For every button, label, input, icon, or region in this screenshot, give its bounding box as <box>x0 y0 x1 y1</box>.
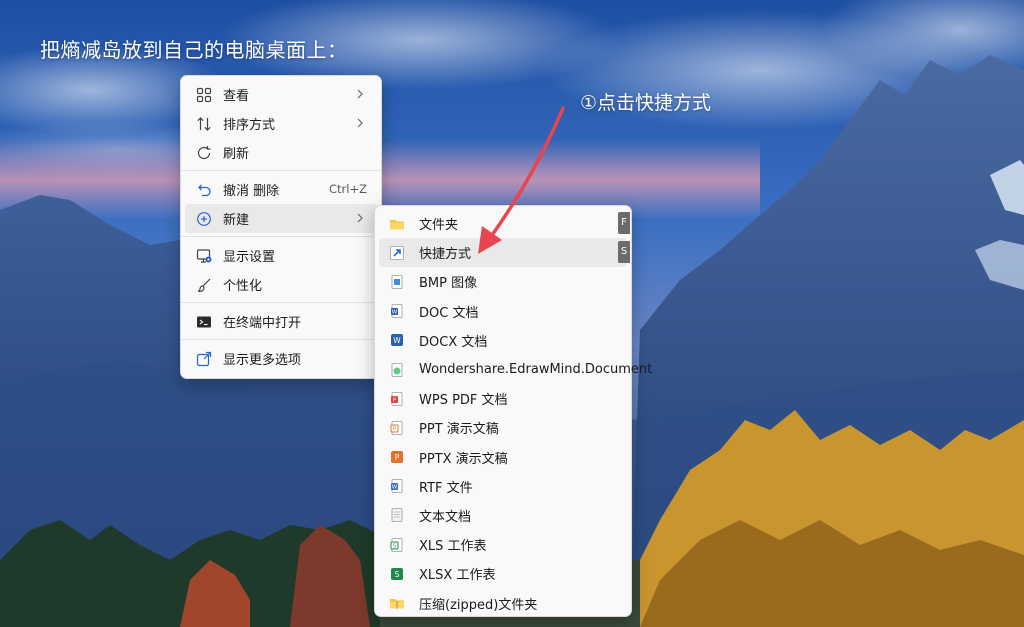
menu-item-more-options[interactable]: 显示更多选项 <box>185 344 377 373</box>
shortcut-icon <box>389 245 405 261</box>
submenu-item-folder[interactable]: 文件夹 F <box>379 209 630 238</box>
submenu-item-bmp[interactable]: BMP 图像 <box>379 267 627 296</box>
ppt-icon: P <box>389 420 405 436</box>
svg-text:W: W <box>392 485 398 491</box>
submenu-item-edrawmind[interactable]: Wondershare.EdrawMind.Document <box>379 355 652 384</box>
access-key-badge: F <box>618 212 630 234</box>
sort-icon <box>195 115 213 133</box>
undo-icon <box>195 181 213 199</box>
wps-pdf-icon: P <box>389 391 405 407</box>
rtf-icon: W <box>389 478 405 494</box>
svg-text:W: W <box>393 337 401 346</box>
submenu-item-text-document[interactable]: 文本文档 <box>379 501 627 530</box>
menu-separator <box>181 236 381 237</box>
submenu-item-zip-folder[interactable]: 压缩(zipped)文件夹 <box>379 588 627 617</box>
pptx-icon: P <box>389 449 405 465</box>
submenu-item-xls[interactable]: S XLS 工作表 <box>379 530 627 559</box>
svg-text:S: S <box>393 543 397 549</box>
menu-item-open-terminal[interactable]: 在终端中打开 <box>185 307 377 336</box>
menu-item-label: 显示设置 <box>223 250 276 265</box>
submenu-item-label: PPT 演示文稿 <box>419 422 499 438</box>
chevron-right-icon <box>357 213 363 223</box>
bmp-image-icon <box>389 274 405 290</box>
submenu-item-label: RTF 文件 <box>419 480 473 496</box>
submenu-item-rtf[interactable]: W RTF 文件 <box>379 472 627 501</box>
submenu-item-xlsx[interactable]: S XLSX 工作表 <box>379 559 627 588</box>
submenu-item-shortcut[interactable]: 快捷方式 S <box>379 238 630 268</box>
more-options-icon <box>195 350 213 368</box>
menu-separator <box>181 170 381 171</box>
step-annotation: ①点击快捷方式 <box>580 92 712 114</box>
menu-item-label: 刷新 <box>223 147 250 162</box>
submenu-item-label: 文本文档 <box>419 509 472 525</box>
terminal-icon <box>195 313 213 331</box>
menu-separator <box>181 339 381 340</box>
display-settings-icon <box>195 247 213 265</box>
menu-item-label: 显示更多选项 <box>223 353 302 368</box>
submenu-item-label: PPTX 演示文稿 <box>419 451 508 467</box>
menu-item-label: 排序方式 <box>223 118 276 133</box>
menu-item-new[interactable]: 新建 <box>185 204 377 233</box>
submenu-item-doc[interactable]: W DOC 文档 <box>379 297 627 326</box>
zip-folder-icon <box>389 595 405 611</box>
submenu-item-label: Wondershare.EdrawMind.Document <box>419 362 653 378</box>
menu-item-label: 个性化 <box>223 279 263 294</box>
menu-item-label: 在终端中打开 <box>223 316 302 331</box>
submenu-item-label: DOC 文档 <box>419 305 479 321</box>
submenu-item-docx[interactable]: W DOCX 文档 <box>379 326 627 355</box>
submenu-item-pptx[interactable]: P PPTX 演示文稿 <box>379 443 627 472</box>
submenu-item-wps-pdf[interactable]: P WPS PDF 文档 <box>379 384 627 413</box>
submenu-item-label: 快捷方式 <box>419 247 472 263</box>
menu-item-label: 撤消 删除 <box>223 184 280 199</box>
menu-item-label: 查看 <box>223 89 250 104</box>
submenu-item-ppt[interactable]: P PPT 演示文稿 <box>379 413 627 442</box>
svg-text:P: P <box>395 453 400 462</box>
access-key-badge: S <box>618 241 630 264</box>
menu-item-refresh[interactable]: 刷新 <box>185 138 377 167</box>
edrawmind-icon <box>389 362 405 378</box>
new-submenu: 文件夹 F 快捷方式 S BMP 图像 W DOC 文档 W DOCX 文档 W… <box>374 205 652 617</box>
chevron-right-icon <box>357 89 363 99</box>
chevron-right-icon <box>357 118 363 128</box>
menu-item-undo-delete[interactable]: 撤消 删除 Ctrl+Z <box>185 175 377 204</box>
desktop-context-menu: 查看 排序方式 刷新 撤消 删除 Ctrl+Z 新建 显示设置 个性化 在终端中… <box>180 75 382 379</box>
submenu-item-label: DOCX 文档 <box>419 334 488 350</box>
word-docx-icon: W <box>389 332 405 348</box>
submenu-item-label: 文件夹 <box>419 218 459 234</box>
submenu-item-label: XLS 工作表 <box>419 539 487 555</box>
menu-item-label: 新建 <box>223 213 250 228</box>
new-plus-icon <box>195 210 213 228</box>
refresh-icon <box>195 144 213 162</box>
submenu-item-label: BMP 图像 <box>419 276 478 292</box>
menu-item-sort[interactable]: 排序方式 <box>185 109 377 138</box>
shortcut-hint: Ctrl+Z <box>329 182 367 196</box>
xls-icon: S <box>389 537 405 553</box>
submenu-item-label: 压缩(zipped)文件夹 <box>419 597 538 613</box>
submenu-item-label: XLSX 工作表 <box>419 568 496 584</box>
personalize-brush-icon <box>195 276 213 294</box>
text-document-icon <box>389 507 405 523</box>
svg-text:W: W <box>392 310 398 316</box>
menu-item-personalize[interactable]: 个性化 <box>185 270 377 299</box>
submenu-item-label: WPS PDF 文档 <box>419 393 508 409</box>
word-doc-icon: W <box>389 303 405 319</box>
menu-item-view[interactable]: 查看 <box>185 80 377 109</box>
svg-text:S: S <box>395 570 400 579</box>
menu-separator <box>181 302 381 303</box>
xlsx-icon: S <box>389 566 405 582</box>
view-grid-icon <box>195 86 213 104</box>
folder-icon <box>389 216 405 232</box>
menu-item-display-settings[interactable]: 显示设置 <box>185 241 377 270</box>
instruction-text: 把熵减岛放到自己的电脑桌面上： <box>40 38 348 62</box>
